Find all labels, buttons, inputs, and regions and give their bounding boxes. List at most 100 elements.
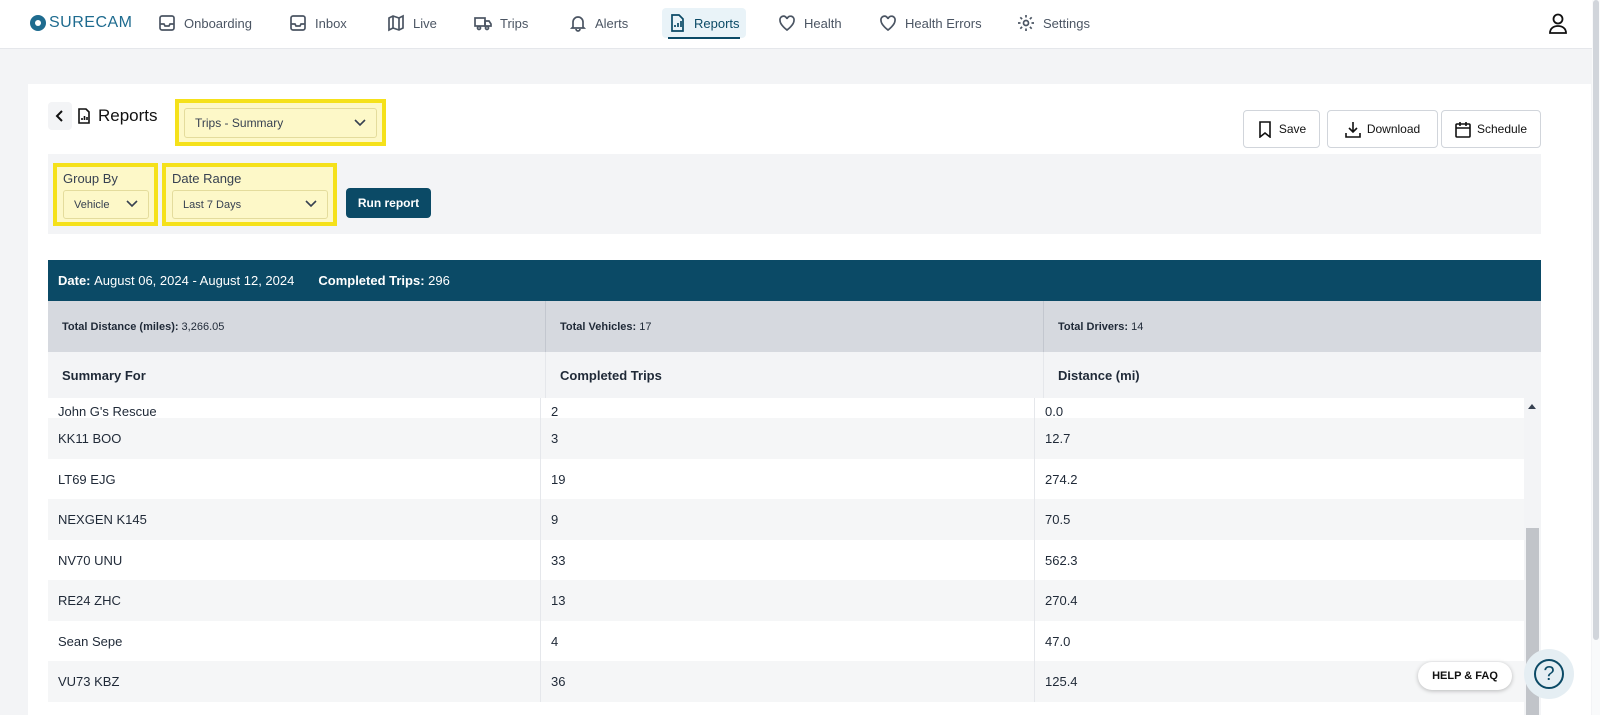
gear-icon bbox=[1018, 15, 1034, 31]
top-navigation: SURECAM Onboarding Inbox Live Trips Aler… bbox=[0, 0, 1600, 49]
table-row[interactable]: NEXGEN K145 9 70.5 bbox=[48, 499, 1524, 540]
completed-trips-label: Completed Trips: bbox=[318, 273, 425, 288]
schedule-button[interactable]: Schedule bbox=[1441, 110, 1541, 148]
nav-item-reports[interactable]: Reports bbox=[662, 8, 746, 39]
nav-item-live[interactable]: Live bbox=[381, 8, 443, 38]
date-value: August 06, 2024 - August 12, 2024 bbox=[94, 273, 295, 288]
date-range-label: Date Range bbox=[172, 171, 242, 186]
nav-item-health-errors[interactable]: Health Errors bbox=[873, 8, 988, 38]
truck-icon bbox=[474, 17, 492, 31]
column-header-distance[interactable]: Distance (mi) bbox=[1044, 352, 1541, 398]
total-drivers-value: 14 bbox=[1131, 320, 1144, 333]
table-header: Summary For Completed Trips Distance (mi… bbox=[48, 352, 1541, 398]
nav-label: Onboarding bbox=[184, 15, 252, 31]
cell-distance: 270.4 bbox=[1045, 593, 1078, 608]
download-icon bbox=[1345, 121, 1361, 138]
cell-summary-for: LT69 EJG bbox=[48, 459, 541, 500]
group-by-filter: Group By Vehicle bbox=[53, 163, 158, 226]
nav-item-inbox[interactable]: Inbox bbox=[283, 8, 353, 38]
cell-completed-trips: 2 bbox=[541, 398, 1035, 419]
cell-summary-for: VU73 KBZ bbox=[48, 661, 541, 702]
table-row[interactable]: John G's Rescue 2 0.0 bbox=[48, 398, 1524, 419]
summary-banner: Date: August 06, 2024 - August 12, 2024 … bbox=[48, 260, 1541, 301]
scroll-up-arrow-icon[interactable] bbox=[1528, 404, 1536, 409]
page-title: Reports bbox=[98, 106, 158, 125]
total-distance-label: Total Distance (miles): bbox=[62, 320, 179, 333]
save-button[interactable]: Save bbox=[1243, 110, 1320, 148]
nav-item-onboarding[interactable]: Onboarding bbox=[152, 8, 258, 38]
cell-completed-trips: 19 bbox=[541, 459, 1035, 500]
group-by-select[interactable]: Vehicle bbox=[63, 190, 149, 219]
chevron-left-icon bbox=[55, 110, 63, 122]
nav-label: Alerts bbox=[595, 15, 629, 31]
calendar-icon bbox=[1455, 121, 1471, 138]
table-row[interactable]: VU73 KBZ 36 125.4 bbox=[48, 661, 1524, 702]
cell-summary-for: John G's Rescue bbox=[48, 398, 541, 419]
total-vehicles-value: 17 bbox=[639, 320, 652, 333]
total-drivers: Total Drivers: 14 bbox=[1044, 301, 1541, 352]
bookmark-icon bbox=[1259, 120, 1271, 138]
run-report-button[interactable]: Run report bbox=[346, 188, 431, 218]
cell-summary-for: RE24 ZHC bbox=[48, 580, 541, 621]
download-button[interactable]: Download bbox=[1327, 110, 1438, 148]
nav-label: Reports bbox=[694, 15, 740, 31]
table-body: John G's Rescue 2 0.0 KK11 BOO 3 12.7 LT69 EJG… bbox=[48, 398, 1524, 715]
cell-summary-for: NV70 UNU bbox=[48, 540, 541, 581]
date-range-value: Last 7 Days bbox=[183, 198, 242, 211]
nav-label: Health Errors bbox=[905, 15, 982, 31]
map-icon bbox=[388, 14, 404, 32]
group-by-value: Vehicle bbox=[74, 198, 110, 211]
nav-label: Inbox bbox=[315, 15, 347, 31]
cell-distance: 0.0 bbox=[1045, 404, 1064, 419]
column-header-summary-for[interactable]: Summary For bbox=[48, 352, 546, 398]
schedule-label: Schedule bbox=[1476, 122, 1528, 136]
help-faq-button[interactable]: HELP & FAQ bbox=[1418, 662, 1512, 690]
total-distance: Total Distance (miles): 3,266.05 bbox=[48, 301, 546, 352]
report-icon bbox=[77, 108, 91, 124]
brand-logo[interactable]: SURECAM bbox=[30, 13, 133, 33]
date-range-filter: Date Range Last 7 Days bbox=[162, 163, 337, 226]
date-range-select[interactable]: Last 7 Days bbox=[172, 190, 328, 219]
user-icon[interactable] bbox=[1548, 12, 1568, 34]
total-vehicles: Total Vehicles: 17 bbox=[546, 301, 1044, 352]
nav-item-health[interactable]: Health bbox=[772, 8, 848, 38]
nav-label: Trips bbox=[500, 15, 529, 31]
report-icon bbox=[671, 14, 684, 32]
page-scrollbar-thumb[interactable] bbox=[1593, 0, 1599, 640]
chevron-down-icon bbox=[126, 199, 138, 211]
help-icon: ? bbox=[1534, 659, 1564, 689]
brand-name: SURECAM bbox=[49, 14, 133, 31]
cell-summary-for: NEXGEN K145 bbox=[48, 499, 541, 540]
table-row[interactable]: KK11 BOO 3 12.7 bbox=[48, 418, 1524, 459]
inbox-icon bbox=[159, 15, 175, 31]
table-row[interactable]: NV70 UNU 33 562.3 bbox=[48, 540, 1524, 581]
report-type-highlight: Trips - Summary bbox=[175, 99, 386, 146]
cell-completed-trips: 3 bbox=[541, 418, 1035, 459]
back-button[interactable] bbox=[48, 102, 72, 130]
table-row[interactable]: LT69 EJG 19 274.2 bbox=[48, 459, 1524, 500]
cell-distance: 562.3 bbox=[1045, 553, 1078, 568]
table-row[interactable]: RE24 ZHC 13 270.4 bbox=[48, 580, 1524, 621]
total-distance-value: 3,266.05 bbox=[181, 320, 225, 333]
table-row[interactable]: Sean Sepe 4 47.0 bbox=[48, 621, 1524, 662]
nav-item-trips[interactable]: Trips bbox=[468, 8, 534, 38]
cell-distance: 47.0 bbox=[1045, 634, 1071, 649]
cell-completed-trips: 4 bbox=[541, 621, 1035, 662]
cell-completed-trips: 33 bbox=[541, 540, 1035, 581]
cell-completed-trips: 36 bbox=[541, 661, 1035, 702]
nav-item-alerts[interactable]: Alerts bbox=[563, 8, 634, 38]
cell-distance: 12.7 bbox=[1045, 431, 1071, 446]
nav-label: Live bbox=[413, 15, 437, 31]
cell-summary-for: KK11 BOO bbox=[48, 418, 541, 459]
column-header-completed-trips[interactable]: Completed Trips bbox=[546, 352, 1044, 398]
nav-label: Settings bbox=[1043, 15, 1090, 31]
cell-completed-trips: 13 bbox=[541, 580, 1035, 621]
report-type-value: Trips - Summary bbox=[195, 116, 284, 130]
cell-distance: 70.5 bbox=[1045, 512, 1071, 527]
nav-item-settings[interactable]: Settings bbox=[1011, 8, 1096, 38]
logo-icon bbox=[30, 15, 46, 31]
report-type-select[interactable]: Trips - Summary bbox=[184, 108, 377, 138]
page-scrollbar[interactable] bbox=[1592, 0, 1600, 715]
help-button[interactable]: ? bbox=[1524, 649, 1574, 699]
totals-row: Total Distance (miles): 3,266.05 Total V… bbox=[48, 301, 1541, 352]
